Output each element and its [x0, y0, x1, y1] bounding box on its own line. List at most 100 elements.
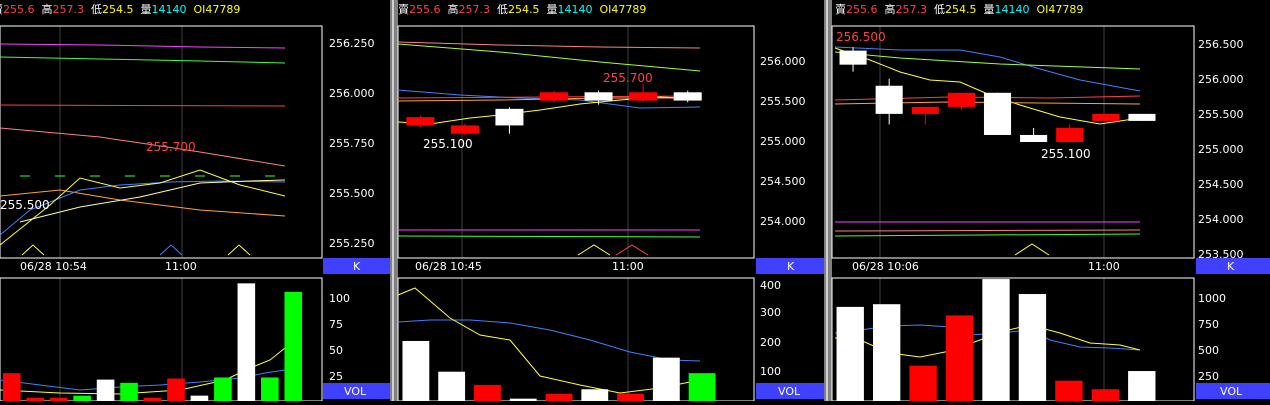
- p3-volume-tick-label: 1000: [1198, 292, 1226, 305]
- header-volume-value: 14140: [995, 3, 1030, 16]
- p2-price-tick-label: 254.000: [760, 215, 806, 228]
- p1-price-tick-label: 256.250: [329, 37, 375, 50]
- volume-bar: [2, 373, 21, 401]
- p3-volume-tick-label: 500: [1198, 344, 1219, 357]
- header-low-value: 254.5: [508, 3, 540, 16]
- header-volume-value: 14140: [152, 3, 187, 16]
- p1-volume-tick-label: 25: [329, 370, 343, 383]
- candle-body: [839, 50, 867, 65]
- candle-body: [911, 106, 939, 114]
- header-oi-value: 47789: [611, 3, 646, 16]
- volume-bar: [909, 365, 937, 401]
- p2-k-button-label: K: [787, 260, 795, 273]
- candle-body: [629, 92, 658, 101]
- p1-time-label-start: 06/28 10:54: [20, 260, 87, 273]
- volume-bar: [873, 304, 901, 401]
- volume-bar: [581, 389, 609, 401]
- p1-vol-button-label: VOL: [344, 385, 367, 398]
- p2-price-tick-label: 255.000: [760, 135, 806, 148]
- header-volume-value: 14140: [558, 3, 593, 16]
- p2-vol-button-label: VOL: [778, 385, 801, 398]
- header-high-label: 高: [448, 2, 459, 16]
- p3-price-tick-label: 254.000: [1198, 213, 1244, 226]
- candle-body: [1128, 113, 1156, 121]
- p3-vol-button-label: VOL: [1220, 385, 1243, 398]
- candle-body: [540, 92, 568, 101]
- p3-time-label-mid: 11:00: [1088, 260, 1120, 273]
- header-low-label: 低: [497, 3, 508, 16]
- p3-volume-tick-label: 750: [1198, 318, 1219, 331]
- quote-header-text: 賣255.6 高257.3 低254.5 量14140 OI47789: [398, 2, 646, 16]
- p2-price-tick-label: 256.000: [760, 55, 806, 68]
- volume-bar: [688, 373, 716, 401]
- candle-body: [406, 117, 435, 126]
- volume-bar: [982, 279, 1010, 401]
- p2-price-tick-label: 255.500: [760, 95, 806, 108]
- volume-bar: [261, 377, 279, 401]
- volume-bar: [652, 357, 680, 401]
- volume-bar: [73, 395, 91, 401]
- p1-volume-tick-label: 50: [329, 344, 343, 357]
- header-high-label: 高: [885, 2, 896, 16]
- candle-body: [495, 108, 524, 126]
- volume-bar: [120, 382, 138, 401]
- chart-workspace: 256.250 256.000 255.750 255.500 255.250 …: [0, 0, 1270, 402]
- volume-bar: [190, 395, 209, 401]
- volume-bar: [167, 378, 185, 401]
- p2-high-annotation: 255.700: [603, 71, 653, 85]
- quote-header-text: 賣255.6 高257.3 低254.5 量14140 OI47789: [835, 2, 1083, 16]
- p1-price-tick-label: 255.750: [329, 137, 375, 150]
- header-sell-value: 255.6: [846, 3, 878, 16]
- header-sell-label: 賣: [835, 2, 846, 16]
- p2-volume-tick-label: 100: [760, 365, 781, 378]
- candle-body: [983, 92, 1012, 135]
- p1-volume-tick-label: 75: [329, 318, 343, 331]
- p3-price-tick-label: 254.500: [1198, 178, 1244, 191]
- p2-volume-tick-label: 400: [760, 279, 781, 292]
- header-sell-value: 255.6: [3, 3, 35, 16]
- p1-price-tick-label: 256.000: [329, 87, 375, 100]
- header-low-label: 低: [934, 3, 945, 16]
- p3-price-tick-label: 256.000: [1198, 73, 1244, 86]
- panel-separator-2-highlight: [826, 0, 828, 401]
- p2-volume-tick-label: 300: [760, 306, 781, 319]
- quote-header-panel-2: 賣255.6 高257.3 低254.5 量14140 OI47789: [398, 2, 646, 16]
- p1-low-annotation: 255.500: [0, 198, 50, 212]
- chart-stage: 256.250 256.000 255.750 255.500 255.250 …: [0, 0, 1270, 402]
- p2-volume-tick-label: 200: [760, 336, 781, 349]
- candle-body: [584, 92, 613, 101]
- candle-body: [673, 92, 702, 101]
- p3-volume-tick-label: 250: [1198, 370, 1219, 383]
- p2-price-tick-label: 254.500: [760, 175, 806, 188]
- header-volume-label: 量: [547, 3, 558, 16]
- volume-bar: [945, 315, 974, 401]
- volume-bar: [836, 306, 864, 401]
- quote-header-panel-3: 賣255.6 高257.3 低254.5 量14140 OI47789: [835, 2, 1083, 16]
- candle-body: [1056, 127, 1084, 142]
- p2-low-annotation: 255.100: [423, 137, 473, 151]
- p3-price-tick-label: 255.500: [1198, 108, 1244, 121]
- header-oi-value: 47789: [1048, 3, 1083, 16]
- volume-bar: [237, 283, 256, 401]
- header-sell-value: 255.6: [409, 3, 441, 16]
- p1-k-button-label: K: [353, 260, 361, 273]
- header-high-value: 257.3: [459, 3, 491, 16]
- p2-time-label-mid: 11:00: [612, 260, 644, 273]
- candle-body: [1092, 113, 1120, 121]
- p1-high-annotation: 255.700: [146, 140, 196, 154]
- stage-background: [0, 0, 1270, 401]
- volume-bar: [545, 393, 573, 401]
- p1-volume-tick-label: 100: [329, 292, 350, 305]
- header-high-label: 高: [42, 2, 53, 16]
- header-oi-label: OI: [600, 3, 612, 16]
- volume-bar: [284, 291, 303, 401]
- volume-bar: [438, 371, 466, 401]
- header-high-value: 257.3: [53, 3, 85, 16]
- volume-bar: [1128, 371, 1156, 401]
- volume-bar: [96, 379, 115, 401]
- volume-bar: [617, 393, 644, 401]
- p3-price-tick-label: 255.000: [1198, 143, 1244, 156]
- header-low-value: 254.5: [945, 3, 977, 16]
- p1-price-tick-label: 255.250: [329, 237, 375, 250]
- volume-bar: [1091, 389, 1119, 401]
